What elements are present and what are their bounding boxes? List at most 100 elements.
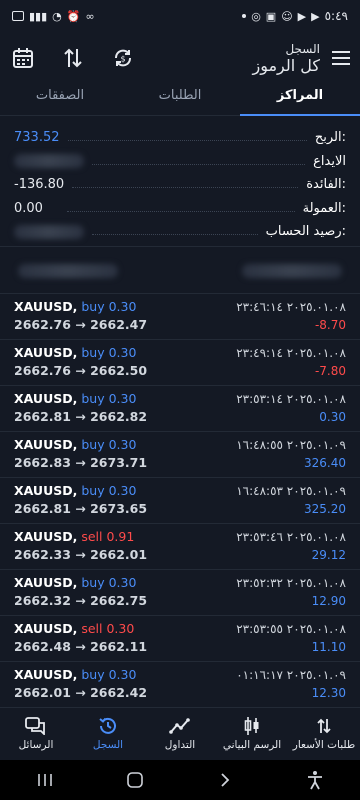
trade-right: ٢٠٢٥.٠١.٠٩ ١٦:٤٨:٥٥ 326.40 (236, 436, 346, 477)
instagram-icon: ◎ (251, 9, 261, 23)
trade-volume: 0.91 (106, 529, 135, 544)
trade-title: XAUUSD, buy 0.30 (14, 390, 147, 408)
trade-title: XAUUSD, buy 0.30 (14, 574, 147, 592)
nav-label: السجل (92, 739, 124, 751)
status-icons-right: ◎ ▣ ☺ ▶ ▶ ٥:٤٩ (242, 9, 348, 23)
dotted-leader (92, 234, 258, 236)
trade-profit: 12.30 (311, 686, 346, 700)
trades-list: XAUUSD, buy 0.30 2662.76 → 2662.47 ٢٠٢٥.٠١… (0, 294, 360, 708)
page-title: كل الرموز (252, 55, 320, 75)
trade-profit: 29.12 (311, 548, 346, 562)
trade-row[interactable]: XAUUSD, buy 0.30 2662.01 → 2662.42 ٢٠٢٥.٠١… (0, 662, 360, 708)
trade-side: sell (81, 621, 103, 636)
trade-left: XAUUSD, sell 0.30 2662.48 → 2662.11 (14, 620, 147, 661)
trade-left: XAUUSD, buy 0.30 2662.32 → 2662.75 (14, 574, 147, 615)
nav-trade[interactable]: التداول (144, 708, 216, 760)
battery-icon (12, 11, 24, 21)
summary-row-deposit: الايداع (14, 150, 346, 174)
interest-label: الفائدة: (306, 177, 346, 193)
tab-deals[interactable]: الصفقات (0, 84, 120, 115)
trade-row[interactable]: XAUUSD, buy 0.30 2662.32 → 2662.75 ٢٠٢٥.٠١… (0, 570, 360, 616)
nav-label: الرسائل (18, 739, 54, 751)
trade-prices: 2662.76 → 2662.50 (14, 363, 148, 378)
summary-row-profit: 733.52 الربح: (14, 126, 346, 150)
trade-prices: 2662.83 → 2673.71 (14, 455, 148, 470)
trade-side: buy (81, 483, 105, 498)
recent-apps-icon[interactable] (30, 770, 60, 790)
trade-row[interactable]: XAUUSD, sell 0.30 2662.48 → 2662.11 ٢٠٢٥.٠… (0, 616, 360, 662)
commission-value: 0.00 (14, 200, 43, 216)
menu-icon[interactable] (332, 51, 350, 65)
trade-row[interactable]: XAUUSD, sell 0.91 2662.33 → 2662.01 ٢٠٢٥.٠… (0, 524, 360, 570)
trade-date: ٢٠٢٥.٠١.٠٨ ٢٣:٥٣:٤٦ (236, 530, 346, 544)
header-actions: $ (10, 45, 136, 71)
status-icons-left: ▮▮▮ ◔ ⏰ ∞ (12, 10, 95, 23)
trade-symbol: XAUUSD, (14, 299, 78, 314)
trade-volume: 0.30 (108, 437, 137, 452)
trade-date: ٢٠٢٥.٠١.٠٩ ١٦:٤٨:٥٥ (236, 438, 346, 452)
tab-positions[interactable]: المراكز (240, 84, 360, 116)
trade-left: XAUUSD, sell 0.91 2662.33 → 2662.01 (14, 528, 147, 569)
history-tabs: الصفقات الطلبات المراكز (0, 84, 360, 116)
accessibility-icon[interactable] (300, 770, 330, 790)
dotted-leader (67, 210, 295, 212)
nav-chart[interactable]: الرسم البياني (216, 708, 288, 760)
trade-icon (169, 717, 191, 735)
nav-messages[interactable]: الرسائل (0, 708, 72, 760)
commission-label: العمولة: (302, 200, 346, 216)
trade-side: sell (81, 529, 103, 544)
trade-row[interactable]: XAUUSD, buy 0.30 2662.81 → 2662.82 ٢٠٢٥.٠١… (0, 386, 360, 432)
trade-title: XAUUSD, buy 0.30 (14, 344, 147, 362)
currency-exchange-icon[interactable]: $ (110, 45, 136, 71)
back-icon[interactable] (210, 770, 240, 790)
redacted-value (18, 264, 118, 278)
status-bar: ▮▮▮ ◔ ⏰ ∞ ◎ ▣ ☺ ▶ ▶ ٥:٤٩ (0, 0, 360, 32)
status-time: ٥:٤٩ (324, 9, 348, 23)
deposit-label: الايداع (313, 153, 346, 169)
trade-right: ٢٠٢٥.٠١.٠٨ ٢٣:٤٦:١٤ -8.70 (236, 298, 346, 339)
wifi-icon: ◔ (52, 9, 62, 23)
trade-date: ٢٠٢٥.٠١.٠٨ ٢٣:٥٢:٣٢ (236, 576, 346, 590)
calendar-icon[interactable] (10, 45, 36, 71)
notification-dot-icon (242, 14, 247, 18)
header-titles: السجل كل الرموز (252, 42, 320, 75)
trade-profit: 325.20 (304, 502, 346, 516)
trade-symbol: XAUUSD, (14, 667, 78, 682)
interest-value: -136.80 (14, 177, 65, 193)
trade-date: ٢٠٢٥.٠١.٠٩ ١٦:٤٨:٥٣ (236, 484, 346, 498)
redacted-value (14, 224, 84, 239)
trade-right: ٢٠٢٥.٠١.٠٨ ٢٣:٥٣:٤٦ 29.12 (236, 528, 346, 569)
trade-prices: 2662.81 → 2673.65 (14, 501, 148, 516)
trade-row[interactable]: XAUUSD, buy 0.30 2662.76 → 2662.50 ٢٠٢٥.٠١… (0, 340, 360, 386)
nav-quotes[interactable]: طلبات الأسعار (288, 708, 360, 760)
trade-row[interactable]: XAUUSD, buy 0.30 2662.83 → 2673.71 ٢٠٢٥.٠١… (0, 432, 360, 478)
trade-prices: 2662.32 → 2662.75 (14, 593, 148, 608)
trade-profit: 11.10 (311, 640, 346, 654)
trade-side: buy (81, 437, 105, 452)
trade-volume: 0.30 (108, 345, 137, 360)
app-header: $ السجل كل الرموز (0, 32, 360, 84)
trade-left: XAUUSD, buy 0.30 2662.01 → 2662.42 (14, 666, 147, 707)
trade-left: XAUUSD, buy 0.30 2662.83 → 2673.71 (14, 436, 147, 477)
signal-icon: ▮▮▮ (29, 9, 48, 23)
dotted-leader (92, 163, 306, 165)
nav-label: الرسم البياني (222, 739, 282, 751)
system-navigation-bar (0, 760, 360, 800)
trade-right: ٢٠٢٥.٠١.٠٩ ٠١:١٦:١٧ 12.30 (236, 666, 346, 707)
trade-prices: 2662.01 → 2662.42 (14, 685, 148, 700)
trade-symbol: XAUUSD, (14, 529, 78, 544)
trade-row[interactable]: XAUUSD, buy 0.30 2662.81 → 2673.65 ٢٠٢٥.٠١… (0, 478, 360, 524)
trade-symbol: XAUUSD, (14, 621, 78, 636)
trade-left: XAUUSD, buy 0.30 2662.76 → 2662.50 (14, 344, 147, 385)
redacted-row (0, 252, 360, 290)
trade-symbol: XAUUSD, (14, 391, 78, 406)
tab-orders[interactable]: الطلبات (120, 84, 240, 115)
trade-right: ٢٠٢٥.٠١.٠٨ ٢٣:٥٣:٥٥ 11.10 (236, 620, 346, 661)
profit-value: 733.52 (14, 130, 60, 146)
home-icon[interactable] (120, 770, 150, 790)
sort-icon[interactable] (60, 45, 86, 71)
trade-profit: -8.70 (314, 318, 346, 332)
trade-volume: 0.30 (108, 299, 137, 314)
trade-row[interactable]: XAUUSD, buy 0.30 2662.76 → 2662.47 ٢٠٢٥.٠١… (0, 294, 360, 340)
nav-history[interactable]: السجل (72, 708, 144, 760)
